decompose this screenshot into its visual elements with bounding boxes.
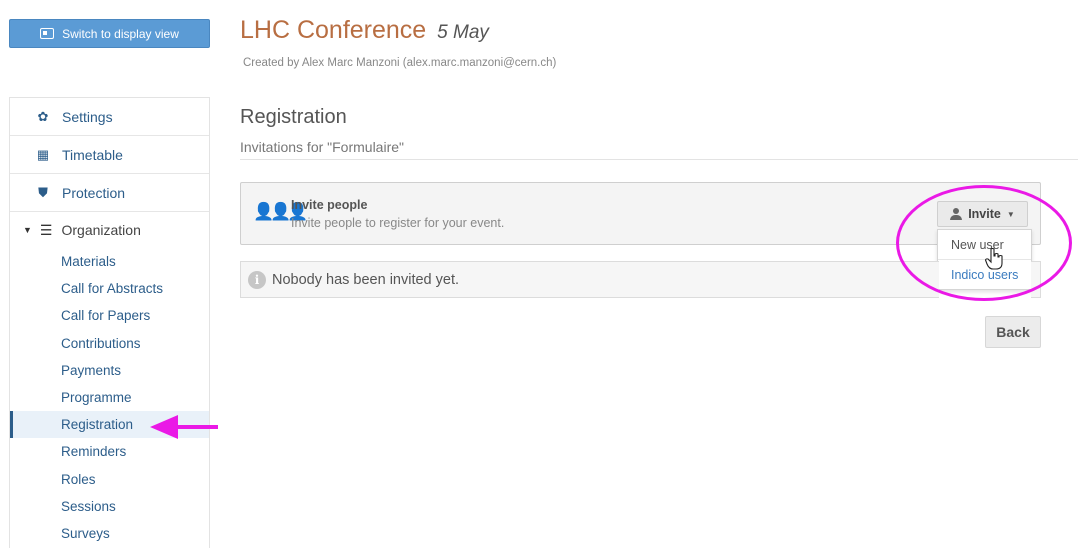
sidebar-item-settings[interactable]: ✿ Settings [10,98,209,136]
display-view-icon [40,28,55,39]
event-date: 5 May [437,22,489,43]
sidebar-subitem-surveys[interactable]: Surveys [10,520,209,547]
event-creator: Created by Alex Marc Manzoni (alex.marc.… [243,57,557,69]
list-icon: ☰ [39,221,53,238]
annotation-highlight-circle [896,185,1072,301]
sidebar-subitem-materials[interactable]: Materials [10,248,209,275]
event-title-text: LHC Conference [240,16,427,44]
invite-panel-description: Invite people to register for your event… [291,216,505,230]
sidebar-item-label: Settings [62,108,113,125]
notice-text: Nobody has been invited yet. [272,271,460,288]
sidebar-subitem-reminders[interactable]: Reminders [10,438,209,465]
sidebar-item-timetable[interactable]: ▦ Timetable [10,136,209,174]
hand-cursor-icon [985,248,1003,270]
sidebar-subitem-call-for-papers[interactable]: Call for Papers [10,302,209,329]
page-title: Registration [240,106,347,128]
sidebar-item-organization[interactable]: ▼ ☰ Organization [10,212,209,248]
caret-down-icon: ▼ [23,225,32,235]
gear-icon: ✿ [37,108,49,124]
annotation-arrow-icon [150,415,218,439]
sidebar-subitem-programme[interactable]: Programme [10,384,209,411]
invite-panel-title: Invite people [291,198,368,212]
switch-to-display-view-label: Switch to display view [62,26,179,41]
sidebar-item-label: Organization [61,222,141,238]
sidebar-subitem-call-for-abstracts[interactable]: Call for Abstracts [10,275,209,302]
sidebar-subitem-contributions[interactable]: Contributions [10,330,209,357]
shield-icon: ⛊ [38,184,48,200]
back-button[interactable]: Back [985,316,1041,348]
sidebar-subitem-payments[interactable]: Payments [10,357,209,384]
sidebar-subitem-sessions[interactable]: Sessions [10,493,209,520]
sidebar-item-label: Timetable [62,146,123,163]
sidebar-subitem-roles[interactable]: Roles [10,466,209,493]
info-icon: i [248,270,266,289]
event-title: LHC Conference 5 May [240,16,489,45]
calendar-icon: ▦ [36,146,50,162]
sidebar: ✿ Settings ▦ Timetable ⛊ Protection ▼ ☰ … [9,97,210,548]
sidebar-item-protection[interactable]: ⛊ Protection [10,174,209,212]
empty-invitations-notice: i Nobody has been invited yet. [240,261,939,298]
divider [240,159,1078,160]
sidebar-item-label: Protection [62,184,126,201]
switch-to-display-view-button[interactable]: Switch to display view [9,19,210,48]
page-subtitle: Invitations for "Formulaire" [240,139,404,155]
